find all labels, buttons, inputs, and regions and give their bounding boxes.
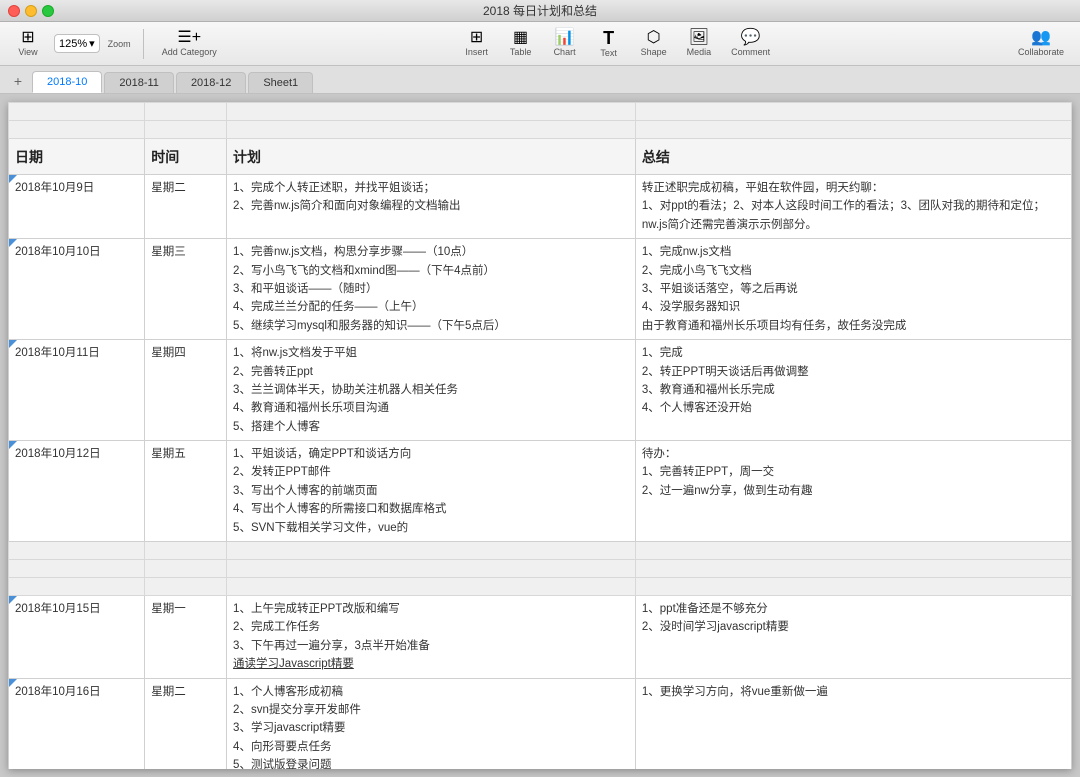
table-row: 2018年10月10日 星期三 1、完善nw.js文档，构思分享步骤——（10点… xyxy=(9,239,1072,340)
header-weekday: 时间 xyxy=(145,139,227,175)
minimize-button[interactable] xyxy=(25,5,37,17)
add-category-label: Add Category xyxy=(162,47,217,57)
table-row: 2018年10月12日 星期五 1、平姐谈话，确定PPT和谈话方向 2、发转正P… xyxy=(9,441,1072,542)
triangle-6 xyxy=(9,679,17,687)
cell-weekday-4: 星期五 xyxy=(145,441,227,542)
tab-sheet1[interactable]: Sheet1 xyxy=(248,72,313,93)
header-summary: 总结 xyxy=(635,139,1071,175)
spacer-row-mid-1 xyxy=(9,542,1072,560)
close-button[interactable] xyxy=(8,5,20,17)
window-title: 2018 每日计划和总结 xyxy=(483,2,597,19)
shape-icon: ⬡ xyxy=(647,30,661,46)
cell-plan-2: 1、完善nw.js文档，构思分享步骤——（10点） 2、写小鸟飞飞的文档和xmi… xyxy=(227,239,636,340)
cell-weekday-5: 星期一 xyxy=(145,596,227,679)
cell-plan-6: 1、个人博客形成初稿 2、svn提交分享开发邮件 3、学习javascript精… xyxy=(227,678,636,769)
insert-icon: ⊞ xyxy=(470,30,483,46)
maximize-button[interactable] xyxy=(42,5,54,17)
spacer-row-mid-3 xyxy=(9,578,1072,596)
toolbar: ⊞ View 125% ▾ Zoom ☰+ Add Category ⊞ Ins… xyxy=(0,22,1080,66)
cell-summary-5: 1、ppt准备还是不够充分 2、没时间学习javascript精要 xyxy=(635,596,1071,679)
insert-button[interactable]: ⊞ Insert xyxy=(459,28,495,59)
table-button[interactable]: ▦ Table xyxy=(503,28,539,59)
chart-icon: 📊 xyxy=(555,30,575,46)
zoom-label: Zoom xyxy=(108,39,131,49)
header-plan: 计划 xyxy=(227,139,636,175)
zoom-control[interactable]: 125% ▾ xyxy=(54,34,100,53)
table-header-row: 日期 时间 计划 总结 xyxy=(9,139,1072,175)
cell-date-3: 2018年10月11日 xyxy=(9,340,145,441)
traffic-lights xyxy=(8,5,54,17)
cell-weekday-2: 星期三 xyxy=(145,239,227,340)
insert-label: Insert xyxy=(465,47,488,57)
spacer-row-mid-2 xyxy=(9,560,1072,578)
separator-1 xyxy=(143,29,144,59)
view-button[interactable]: ⊞ View xyxy=(10,28,46,59)
media-icon: 🖼 xyxy=(689,30,709,46)
tab-2018-12[interactable]: 2018-12 xyxy=(176,72,246,93)
chart-button[interactable]: 📊 Chart xyxy=(547,28,583,59)
tab-2018-10[interactable]: 2018-10 xyxy=(32,71,102,93)
cell-plan-1: 1、完成个人转正述职，并找平姐谈话； 2、完善nw.js简介和面向对象编程的文档… xyxy=(227,175,636,239)
triangle-1 xyxy=(9,175,17,183)
add-sheet-button[interactable]: + xyxy=(8,71,28,91)
cell-summary-3: 1、完成 2、转正PPT明天谈话后再做调整 3、教育通和福州长乐完成 4、个人博… xyxy=(635,340,1071,441)
cell-summary-1: 转正述职完成初稿，平姐在软件园，明天约聊： 1、对ppt的看法；2、对本人这段时… xyxy=(635,175,1071,239)
comment-icon: 💬 xyxy=(741,30,761,46)
collaborate-button[interactable]: 👥 Collaborate xyxy=(1012,28,1070,59)
shape-label: Shape xyxy=(641,47,667,57)
view-icon: ⊞ xyxy=(21,30,34,46)
tab-2018-11[interactable]: 2018-11 xyxy=(104,72,174,93)
cell-plan-5: 1、上午完成转正PPT改版和编写2、完成工作任务3、下午再过一遍分享，3点半开始… xyxy=(227,596,636,679)
cell-date-4: 2018年10月12日 xyxy=(9,441,145,542)
text-label: Text xyxy=(600,48,617,58)
table-row: 2018年10月15日 星期一 1、上午完成转正PPT改版和编写2、完成工作任务… xyxy=(9,596,1072,679)
cell-date-6: 2018年10月16日 xyxy=(9,678,145,769)
spreadsheet[interactable]: 日期 时间 计划 总结 2018年10月9日 星期二 1、完成个人转正述职，并找… xyxy=(8,102,1072,769)
cell-summary-2: 1、完成nw.js文档 2、完成小鸟飞飞文档 3、平姐谈话落空，等之后再说 4、… xyxy=(635,239,1071,340)
triangle-4 xyxy=(9,441,17,449)
add-category-button[interactable]: ☰+ Add Category xyxy=(156,28,223,59)
sheet-tabs: + 2018-10 2018-11 2018-12 Sheet1 xyxy=(0,66,1080,94)
header-date: 日期 xyxy=(9,139,145,175)
spacer-row-top-2 xyxy=(9,121,1072,139)
media-label: Media xyxy=(687,47,712,57)
table-icon: ▦ xyxy=(513,30,528,46)
cell-summary-4: 待办： 1、完善转正PPT，周一交 2、过一遍nw分享，做到生动有趣 xyxy=(635,441,1071,542)
cell-weekday-6: 星期二 xyxy=(145,678,227,769)
triangle-5 xyxy=(9,596,17,604)
cell-date-1: 2018年10月9日 xyxy=(9,175,145,239)
zoom-chevron-icon: ▾ xyxy=(89,37,95,50)
media-button[interactable]: 🖼 Media xyxy=(681,28,718,59)
collaborate-label: Collaborate xyxy=(1018,47,1064,57)
triangle-2 xyxy=(9,239,17,247)
spacer-row-top-1 xyxy=(9,103,1072,121)
table-row: 2018年10月11日 星期四 1、将nw.js文档发于平姐 2、完善转正ppt… xyxy=(9,340,1072,441)
table-label: Table xyxy=(510,47,532,57)
collaborate-icon: 👥 xyxy=(1031,30,1051,46)
text-button[interactable]: T Text xyxy=(591,27,627,60)
chart-label: Chart xyxy=(554,47,576,57)
cell-date-2: 2018年10月10日 xyxy=(9,239,145,340)
zoom-value: 125% xyxy=(59,38,87,50)
cell-date-5: 2018年10月15日 xyxy=(9,596,145,679)
triangle-3 xyxy=(9,340,17,348)
cell-summary-6: 1、更换学习方向，将vue重新做一遍 xyxy=(635,678,1071,769)
cell-plan-4: 1、平姐谈话，确定PPT和谈话方向 2、发转正PPT邮件 3、写出个人博客的前端… xyxy=(227,441,636,542)
comment-label: Comment xyxy=(731,47,770,57)
title-bar: 2018 每日计划和总结 xyxy=(0,0,1080,22)
add-category-icon: ☰+ xyxy=(177,30,201,46)
cell-plan-3: 1、将nw.js文档发于平姐 2、完善转正ppt 3、兰兰调体半天，协助关注机器… xyxy=(227,340,636,441)
table-row: 2018年10月16日 星期二 1、个人博客形成初稿 2、svn提交分享开发邮件… xyxy=(9,678,1072,769)
data-table: 日期 时间 计划 总结 2018年10月9日 星期二 1、完成个人转正述职，并找… xyxy=(8,102,1072,769)
cell-weekday-1: 星期二 xyxy=(145,175,227,239)
text-icon: T xyxy=(603,29,614,47)
main-area: 日期 时间 计划 总结 2018年10月9日 星期二 1、完成个人转正述职，并找… xyxy=(0,94,1080,777)
shape-button[interactable]: ⬡ Shape xyxy=(635,28,673,59)
comment-button[interactable]: 💬 Comment xyxy=(725,28,776,59)
view-label: View xyxy=(18,47,37,57)
table-row: 2018年10月9日 星期二 1、完成个人转正述职，并找平姐谈话； 2、完善nw… xyxy=(9,175,1072,239)
cell-weekday-3: 星期四 xyxy=(145,340,227,441)
